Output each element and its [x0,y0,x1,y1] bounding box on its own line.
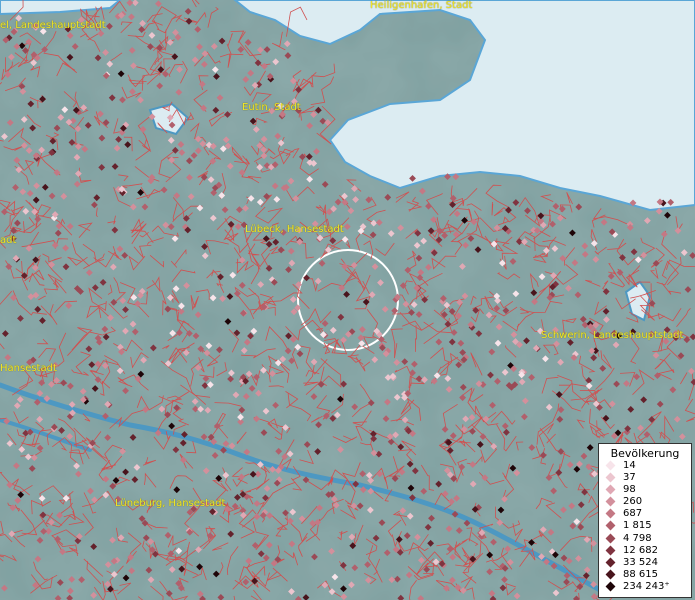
city-label-luebeck: Lübeck, Hansestadt [245,224,344,235]
legend-classes: 14 37 98 260 687 1 815 4 798 12 682 33 524 88 615… [599,460,691,593]
legend-value: 37 [623,472,636,484]
legend-swatch-icon [605,521,616,531]
population-legend: Bevölkerung 14 37 98 260 687 1 815 4 798 12 682… [598,443,692,598]
legend-class: 33 524 [599,557,691,569]
city-label-kiel: el, Landeshauptstadt [0,20,106,31]
city-label-hansestadt-west: Hansestadt [0,363,57,374]
legend-swatch-icon [605,460,616,471]
legend-value: 234 243⁺ [623,580,670,592]
city-label-heiligenhafen: Heiligenhafen, Stadt [370,0,473,11]
legend-swatch-icon [605,545,616,556]
legend-swatch-icon [605,533,616,544]
legend-class: 234 243⁺ [599,581,691,593]
legend-class: 687 [599,508,691,520]
legend-value: 33 524 [623,556,658,568]
legend-class: 4 798 [599,533,691,545]
legend-value: 687 [623,508,643,520]
legend-class: 88 615 [599,569,691,581]
legend-class: 260 [599,496,691,508]
legend-swatch-icon [605,581,616,592]
legend-swatch-icon [605,484,616,495]
legend-value: 14 [623,460,636,471]
legend-class: 98 [599,484,691,496]
legend-class: 37 [599,472,691,484]
legend-value: 88 615 [623,568,658,580]
legend-swatch-icon [605,508,616,519]
legend-swatch-icon [605,472,616,483]
city-label-lueneburg: Lüneburg, Hansestadt [115,498,226,509]
legend-value: 98 [623,484,636,496]
city-label-partial-west: adt [0,235,17,246]
city-label-schwerin: Schwerin, Landeshauptstadt [541,330,684,341]
city-label-eutin: Eutin, Stadt [242,102,301,113]
legend-class: 12 682 [599,545,691,557]
legend-title: Bevölkerung [610,447,680,460]
legend-value: 4 798 [623,532,652,544]
legend-value: 12 682 [623,544,658,556]
legend-value: 1 815 [623,520,652,532]
map-canvas[interactable] [0,0,695,600]
legend-class: 14 [599,460,691,472]
legend-class: 1 815 [599,520,691,532]
legend-swatch-icon [605,496,616,507]
legend-value: 260 [623,496,643,508]
legend-swatch-icon [605,557,616,568]
legend-swatch-icon [605,569,616,580]
